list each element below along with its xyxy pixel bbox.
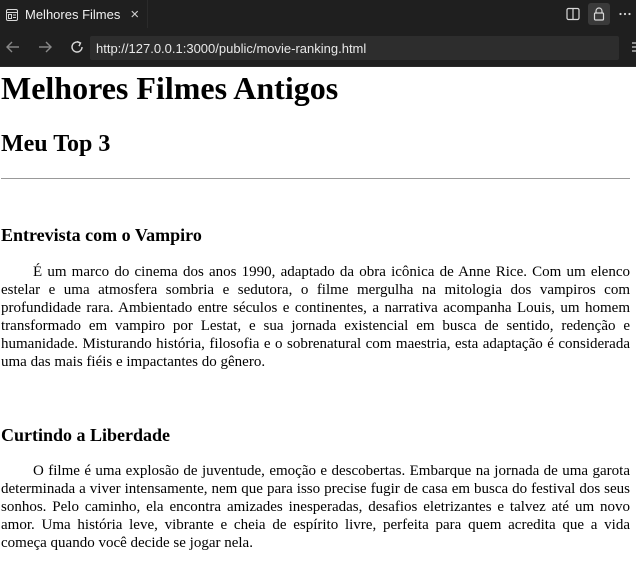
page-content: Melhores Filmes Antigos Meu Top 3 Entrev…: [0, 67, 636, 552]
movie-description: É um marco do cinema dos anos 1990, adap…: [1, 264, 630, 370]
page-title: Melhores Filmes Antigos: [1, 70, 339, 106]
tab-actions: [558, 0, 636, 28]
movie-title: Entrevista com o Vampiro: [1, 225, 202, 245]
tab-bar: Melhores Filmes ×: [0, 0, 636, 28]
lock-icon[interactable]: [588, 3, 610, 25]
back-arrow-icon[interactable]: [2, 36, 24, 58]
forward-arrow-icon[interactable]: [34, 36, 56, 58]
movie-entry: Entrevista com o Vampiro É um marco do c…: [1, 224, 630, 371]
divider: [1, 178, 630, 179]
movie-entry: Curtindo a Liberdade O filme é uma explo…: [1, 424, 630, 552]
url-text[interactable]: http://127.0.0.1:3000/public/movie-ranki…: [96, 41, 366, 56]
address-bar[interactable]: http://127.0.0.1:3000/public/movie-ranki…: [90, 36, 619, 60]
tab-title: Melhores Filmes: [25, 6, 121, 22]
more-icon[interactable]: [614, 3, 636, 25]
close-icon[interactable]: ×: [130, 7, 139, 22]
browser-tab[interactable]: Melhores Filmes ×: [0, 0, 149, 28]
movie-title: Curtindo a Liberdade: [1, 425, 171, 445]
menu-icon[interactable]: [626, 38, 636, 56]
page-subtitle: Meu Top 3: [1, 131, 111, 157]
page-icon: [6, 8, 18, 21]
movie-description: O filme é uma explosão de juventude, emo…: [1, 463, 630, 551]
split-view-icon[interactable]: [562, 3, 584, 25]
reload-icon[interactable]: [66, 36, 88, 58]
navigation-bar: http://127.0.0.1:3000/public/movie-ranki…: [0, 28, 636, 67]
